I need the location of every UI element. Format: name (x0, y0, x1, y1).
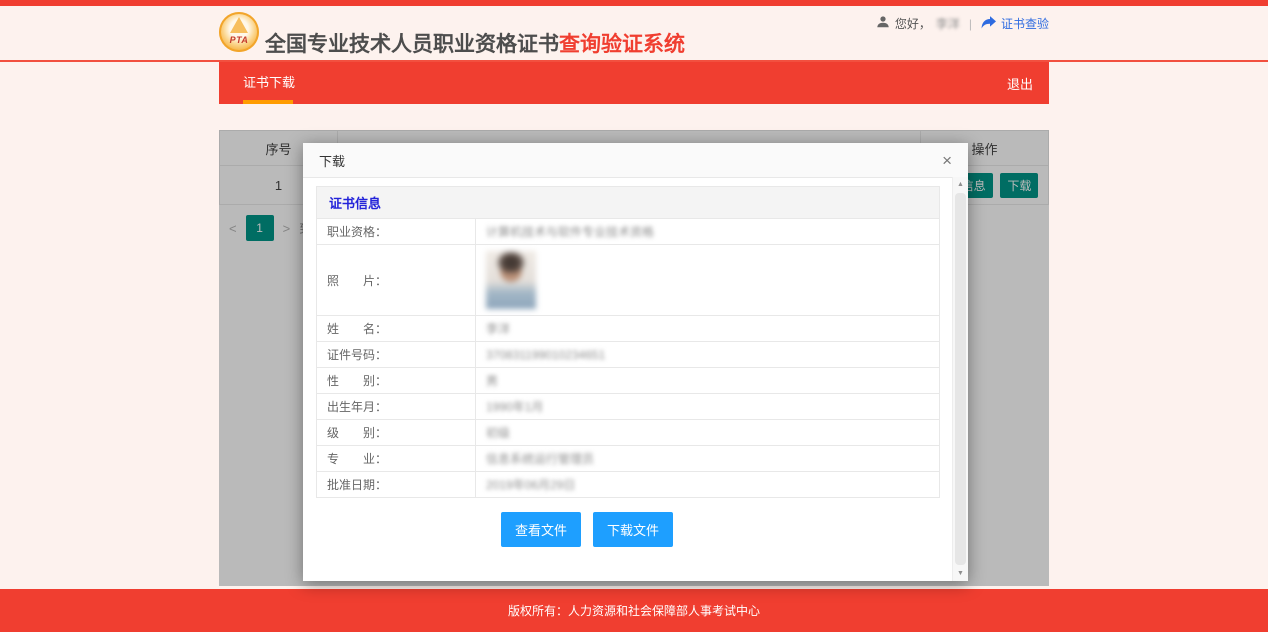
field-value-blurred: 370831199010234651 (486, 348, 605, 362)
field-row-level: 级 别： 初级 (317, 420, 940, 446)
logo-text: PTA (230, 35, 249, 45)
field-value-blurred: 信息系统运行管理员 (486, 452, 594, 466)
site-footer: 版权所有：人力资源和社会保障部人事考试中心 (0, 589, 1268, 632)
modal-header: 下载 × (303, 143, 968, 178)
close-icon[interactable]: × (942, 152, 952, 169)
modal-button-row: 查看文件 下载文件 (501, 512, 940, 547)
field-label: 姓 名： (317, 316, 476, 342)
field-label: 专 业： (317, 446, 476, 472)
download-modal: 下载 × 证书信息 职业资格： 计算机技术与软件专业技术资格 照 片： 姓 名：… (303, 143, 968, 581)
cert-verify-link[interactable]: 证书查验 (1001, 15, 1049, 32)
page-title: 全国专业技术人员职业资格证书查询验证系统 (265, 28, 685, 58)
cert-info-table: 职业资格： 计算机技术与软件专业技术资格 照 片： 姓 名： 李洋 证件号码： … (316, 218, 940, 498)
scroll-down-icon[interactable]: ▼ (953, 570, 968, 577)
field-value-blurred: 2019年06月29日 (486, 478, 575, 492)
field-label: 职业资格： (317, 219, 476, 245)
field-value-blurred: 计算机技术与软件专业技术资格 (486, 225, 654, 239)
modal-body: 证书信息 职业资格： 计算机技术与软件专业技术资格 照 片： 姓 名： 李洋 证… (303, 178, 968, 581)
field-row-major: 专 业： 信息系统运行管理员 (317, 446, 940, 472)
user-name: 李洋 (936, 15, 960, 32)
main-nav: 证书下载 退出 (219, 62, 1049, 104)
view-file-button[interactable]: 查看文件 (501, 512, 581, 547)
field-label: 照 片： (317, 245, 476, 316)
user-icon (876, 15, 890, 32)
field-row-photo: 照 片： (317, 245, 940, 316)
field-value-blurred: 1990年1月 (486, 400, 543, 414)
field-row-qualification: 职业资格： 计算机技术与软件专业技术资格 (317, 219, 940, 245)
content-area: 序号 操作 1 证书信息 下载 < 1 > 到 下载 × 证书信息 职业 (219, 130, 1049, 586)
modal-title: 下载 (319, 151, 345, 170)
page-title-accent: 查询验证系统 (559, 33, 685, 56)
field-label: 性 别： (317, 368, 476, 394)
scroll-up-icon[interactable]: ▲ (953, 181, 968, 188)
share-arrow-icon (981, 16, 996, 32)
section-title-cert-info: 证书信息 (316, 186, 940, 218)
field-row-birth: 出生年月： 1990年1月 (317, 394, 940, 420)
field-value-blurred: 初级 (486, 426, 510, 440)
photo-blurred (486, 251, 536, 309)
pta-logo: PTA (219, 12, 259, 52)
logout-button[interactable]: 退出 (1007, 74, 1049, 93)
site-header: PTA 全国专业技术人员职业资格证书查询验证系统 您好， 李洋 | 证书查验 (0, 6, 1268, 62)
field-label: 级 别： (317, 420, 476, 446)
active-tab-indicator (243, 100, 293, 104)
field-row-id-number: 证件号码： 370831199010234651 (317, 342, 940, 368)
copyright-text: 版权所有：人力资源和社会保障部人事考试中心 (508, 602, 760, 619)
user-bar: 您好， 李洋 | 证书查验 (876, 15, 1049, 32)
greeting-text: 您好， (895, 15, 931, 32)
field-label: 出生年月： (317, 394, 476, 420)
tab-cert-download[interactable]: 证书下载 (219, 62, 319, 104)
field-label: 证件号码： (317, 342, 476, 368)
field-row-approval-date: 批准日期： 2019年06月29日 (317, 472, 940, 498)
divider: | (969, 17, 972, 31)
field-label: 批准日期： (317, 472, 476, 498)
download-file-button[interactable]: 下载文件 (593, 512, 673, 547)
field-value-blurred: 男 (486, 374, 498, 388)
logo-flame-icon (230, 17, 248, 33)
field-row-gender: 性 别： 男 (317, 368, 940, 394)
page-title-main: 全国专业技术人员职业资格证书 (265, 33, 559, 56)
scrollbar-thumb[interactable] (955, 193, 966, 565)
modal-scrollbar[interactable]: ▲ ▼ (952, 177, 968, 581)
field-row-name: 姓 名： 李洋 (317, 316, 940, 342)
field-value-blurred: 李洋 (486, 322, 510, 336)
